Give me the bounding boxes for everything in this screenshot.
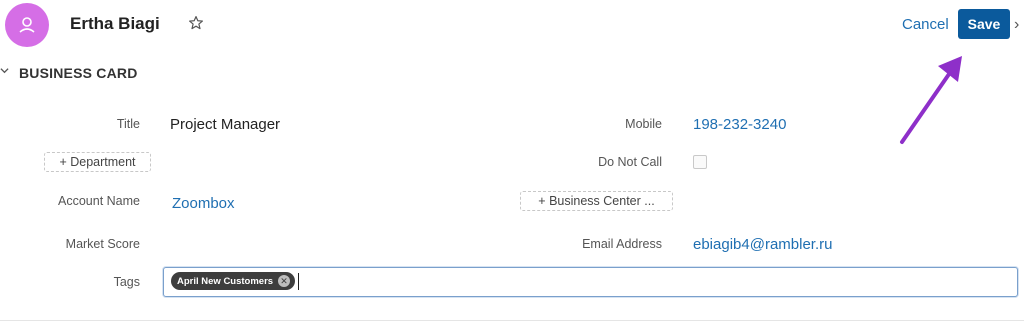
user-icon: [19, 17, 35, 33]
tags-label: Tags: [113, 275, 140, 289]
star-icon[interactable]: [188, 15, 204, 31]
divider: [0, 320, 1024, 321]
cancel-button[interactable]: Cancel: [902, 16, 949, 33]
do-not-call-checkbox[interactable]: [693, 155, 707, 169]
title-value[interactable]: Project Manager: [170, 116, 280, 133]
mobile-link[interactable]: 198-232-3240: [693, 116, 786, 133]
add-business-center-button[interactable]: + Business Center ...: [520, 191, 673, 211]
account-name-label: Account Name: [58, 194, 140, 208]
tags-input[interactable]: April New Customers ✕: [163, 267, 1018, 297]
add-department-button[interactable]: + Department: [44, 152, 151, 172]
tag-label: April New Customers: [177, 275, 274, 287]
text-caret: [298, 273, 299, 290]
record-name: Ertha Biagi: [70, 14, 160, 33]
save-button[interactable]: Save: [958, 9, 1010, 39]
section-title: BUSINESS CARD: [19, 65, 138, 81]
title-label: Title: [116, 117, 140, 131]
annotation-arrow: [900, 56, 962, 144]
avatar: [5, 3, 49, 47]
tag-pill: April New Customers ✕: [171, 272, 296, 290]
close-circle-icon[interactable]: ✕: [278, 275, 291, 287]
email-label: Email Address: [582, 237, 662, 251]
chevron-down-icon[interactable]: [0, 66, 9, 75]
market-score-label: Market Score: [65, 237, 140, 251]
mobile-label: Mobile: [625, 117, 662, 131]
email-link[interactable]: ebiagib4@rambler.ru: [693, 236, 832, 253]
do-not-call-label: Do Not Call: [598, 155, 662, 169]
account-name-link[interactable]: Zoombox: [172, 195, 235, 212]
chevron-right-icon[interactable]: ›: [1014, 16, 1019, 34]
